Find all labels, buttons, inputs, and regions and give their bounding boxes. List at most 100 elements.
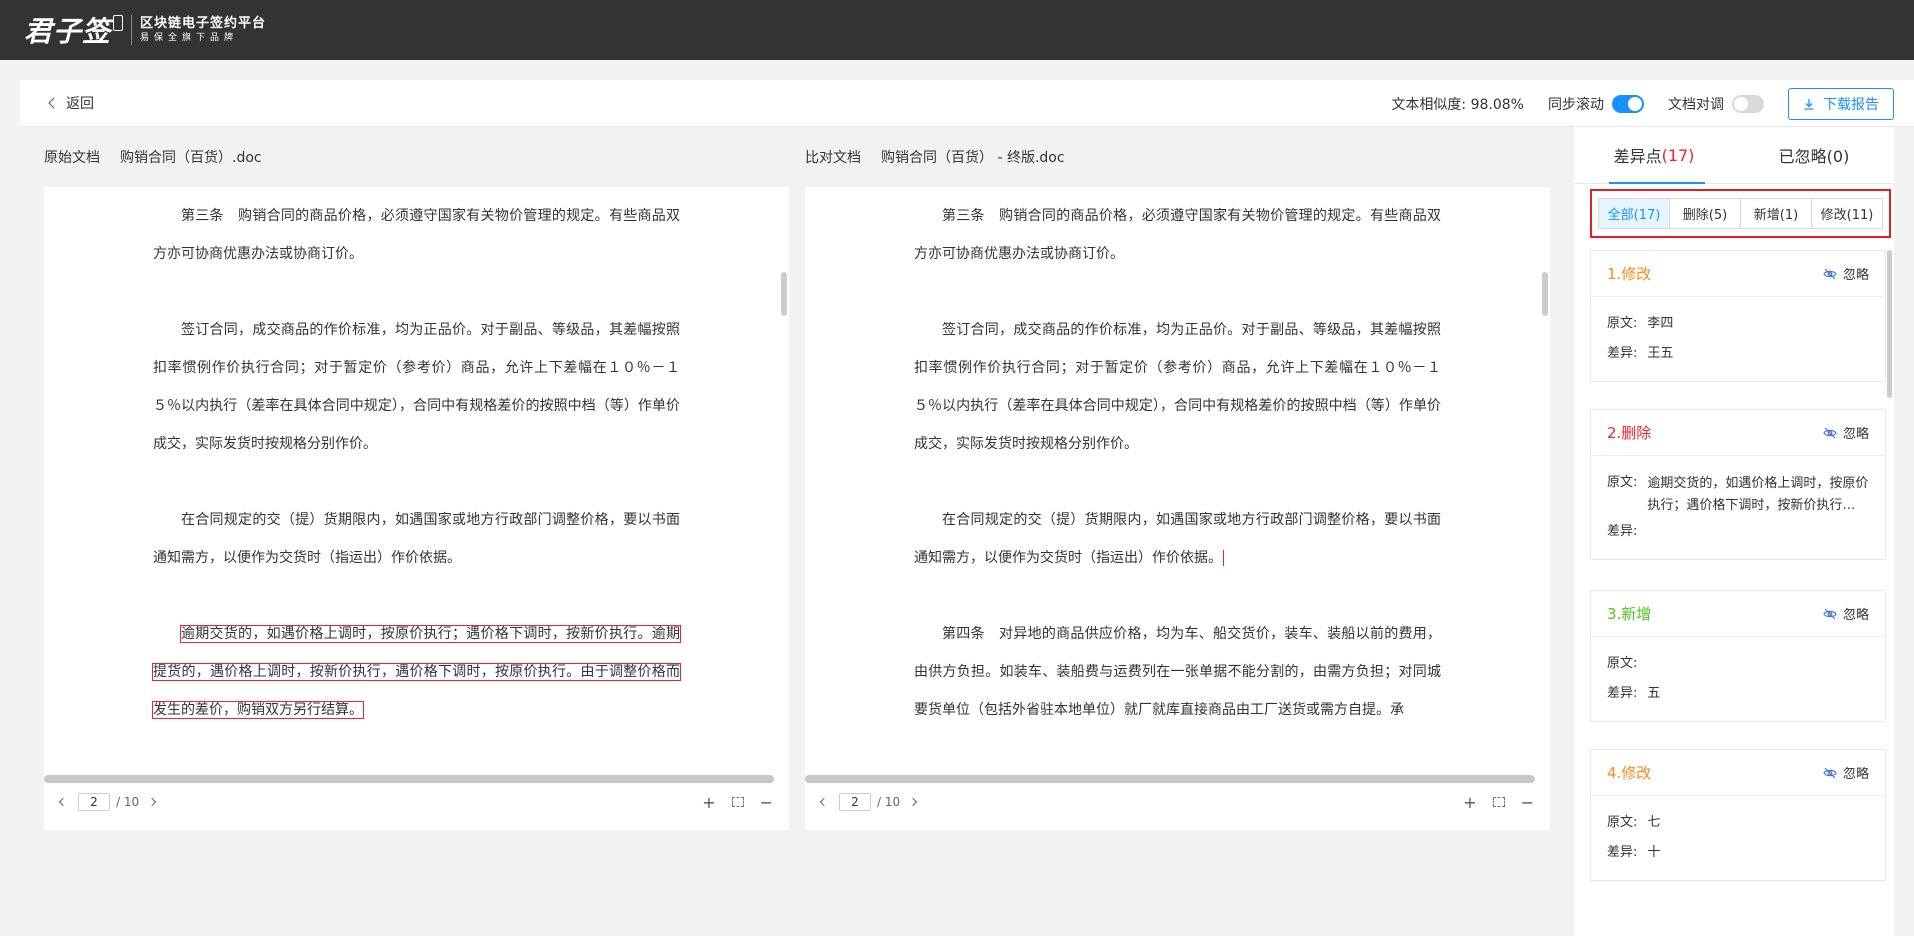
eye-off-icon [1823,427,1837,438]
active-tab-underline [1609,182,1705,184]
filter-deleted[interactable]: 删除(5) [1670,199,1741,228]
prev-page-icon[interactable] [58,797,68,807]
diff-card[interactable]: 1.修改 忽略 原文: 李四 差异: 王五 [1590,250,1886,382]
original-doc-pager: / 10 + − [44,787,789,817]
sync-scroll-label: 同步滚动 [1548,96,1604,113]
toggle-knob [1628,96,1642,111]
zoom-out-icon[interactable]: − [760,793,773,812]
page-total: / 10 [116,795,140,809]
vertical-scrollbar[interactable] [1542,272,1548,316]
tab-differences-count: (17) [1661,145,1695,165]
original-value: 李四 [1647,316,1674,331]
sync-scroll-toggle[interactable] [1612,94,1644,113]
platform-subtitle: 易保全旗下品牌 [140,33,239,44]
tab-ignored[interactable]: 已忽略(0) [1734,127,1894,183]
filter-modified[interactable]: 修改(11) [1812,199,1882,228]
seal-icon [113,15,124,31]
swap-docs-label: 文档对调 [1668,96,1724,113]
app-header: 君子签 区块链电子签约平台 易保全旗下品牌 [0,0,1914,60]
original-doc-text: 第三条 购销合同的商品价格，必须遵守国家有关物价管理的规定。有些商品双方亦可协商… [152,197,681,767]
ignore-label: 忽略 [1842,767,1869,782]
diff-card-header: 3.新增 忽略 [1591,591,1885,637]
eye-off-icon [1823,767,1837,778]
panel-scrollbar[interactable] [1887,250,1892,398]
eye-off-icon [1823,608,1837,619]
next-page-icon[interactable] [908,797,918,807]
compare-doc-filename: 购销合同（百货） - 终版.doc [881,150,1065,166]
next-page-icon[interactable] [147,797,157,807]
diff-card-body: 原文: 七 差异: 十 [1591,796,1885,880]
compare-doc-label: 比对文档 [805,150,861,166]
fit-page-icon[interactable] [731,797,744,807]
page-total: / 10 [877,795,901,809]
zoom-in-icon[interactable]: + [1463,793,1476,812]
diff-card[interactable]: 4.修改 忽略 原文: 七 差异: 十 [1590,749,1886,881]
doc-paragraph: 第三条 购销合同的商品价格，必须遵守国家有关物价管理的规定。有些商品双方亦可协商… [914,208,1441,262]
horizontal-scrollbar[interactable] [805,775,1535,783]
ignore-label: 忽略 [1842,427,1869,442]
ignore-button[interactable]: 忽略 [1823,423,1869,442]
compare-toolbar: 返回 文本相似度: 98.08% 同步滚动 文档对调 下载报告 [20,80,1914,127]
original-doc-filename: 购销合同（百货）.doc [120,150,262,166]
download-report-button[interactable]: 下载报告 [1788,87,1894,120]
diff-card-body: 原文: 差异: 五 [1591,637,1885,721]
original-label: 原文: [1607,316,1638,331]
original-label: 原文: [1607,656,1638,671]
original-label: 原文: [1607,475,1638,490]
diff-value: 王五 [1647,346,1674,361]
doc-paragraph: 签订合同，成交商品的作价标准，均为正品价。对于副品、等级品，其差幅按照扣率惯例作… [153,322,680,452]
tab-ignored-label: 已忽略(0) [1778,147,1850,166]
horizontal-scrollbar[interactable] [44,775,774,783]
platform-title: 区块链电子签约平台 [140,15,267,31]
doc-paragraph: 第四条 对异地的商品供应价格，均为车、船交货价，装车、装船以前的费用，由供方负担… [914,626,1441,718]
compare-doc-pager: / 10 + − [805,787,1550,817]
back-button[interactable]: 返回 [48,93,94,113]
fit-page-icon[interactable] [1492,797,1505,807]
page-number-input[interactable] [839,793,871,811]
brand-divider [131,15,133,45]
diff-marker[interactable]: 在合同规定的交（提）货期限内，如遇国家或地方行政部门调整价格，要以书面通知需方，… [914,512,1441,566]
swap-docs-toggle[interactable] [1732,94,1764,113]
diff-card[interactable]: 3.新增 忽略 原文: 差异: 五 [1590,590,1886,722]
download-icon [1804,98,1814,110]
ignore-button[interactable]: 忽略 [1823,763,1869,782]
chevron-left-icon [48,97,60,109]
doc-paragraph: 在合同规定的交（提）货期限内，如遇国家或地方行政部门调整价格，要以书面通知需方，… [153,512,680,566]
page-number-input[interactable] [78,793,110,811]
zoom-in-icon[interactable]: + [702,793,715,812]
doc-paragraph: 签订合同，成交商品的作价标准，均为正品价。对于副品、等级品，其差幅按照扣率惯例作… [914,322,1441,452]
tab-differences[interactable]: 差异点 (17) [1574,127,1734,184]
diff-card-header: 2.删除 忽略 [1591,410,1885,456]
original-doc-page[interactable]: 第三条 购销合同的商品价格，必须遵守国家有关物价管理的规定。有些商品双方亦可协商… [44,187,789,830]
diff-tabs: 差异点 (17) 已忽略(0) [1574,127,1894,184]
ignore-button[interactable]: 忽略 [1823,604,1869,623]
diff-card-title: 2.删除 [1607,424,1652,442]
original-label: 原文: [1607,815,1638,830]
prev-page-icon[interactable] [819,797,829,807]
ignore-button[interactable]: 忽略 [1823,264,1869,283]
filter-all[interactable]: 全部(17) [1599,199,1670,228]
brand-logo: 君子签 [24,15,112,48]
zoom-out-icon[interactable]: − [1521,793,1534,812]
diff-value: 五 [1647,686,1661,701]
compare-doc-page[interactable]: 第三条 购销合同的商品价格，必须遵守国家有关物价管理的规定。有些商品双方亦可协商… [805,187,1550,830]
diff-label: 差异: [1607,686,1638,701]
eye-off-icon [1823,268,1837,279]
tab-differences-label: 差异点 [1613,147,1662,166]
diff-label: 差异: [1607,845,1638,860]
doc-paragraph: 在合同规定的交（提）货期限内，如遇国家或地方行政部门调整价格，要以书面通知需方，… [914,501,1441,577]
filter-added[interactable]: 新增(1) [1741,199,1812,228]
filter-box: 全部(17) 删除(5) 新增(1) 修改(11) [1590,189,1891,238]
similarity-readout: 文本相似度: 98.08% [1391,96,1524,113]
ignore-label: 忽略 [1842,608,1869,623]
original-doc-pane: 原始文档 购销合同（百货）.doc 第三条 购销合同的商品价格，必须遵守国家有关… [44,127,789,876]
diff-highlight[interactable]: 逾期交货的，如遇价格上调时，按原价执行；遇价格下调时，按新价执行。逾期提货的，遇… [152,625,681,719]
diff-card-title: 3.新增 [1607,605,1652,623]
diff-card-body: 原文: 李四 差异: 王五 [1591,297,1885,381]
diff-card-header: 1.修改 忽略 [1591,251,1885,297]
diff-card[interactable]: 2.删除 忽略 原文: 逾期交货的，如遇价格上调时，按原价执行；遇价格下调时，按新… [1590,409,1886,560]
ignore-label: 忽略 [1842,268,1869,283]
diff-label: 差异: [1607,524,1638,539]
diff-value: 十 [1647,845,1661,860]
vertical-scrollbar[interactable] [781,272,787,316]
